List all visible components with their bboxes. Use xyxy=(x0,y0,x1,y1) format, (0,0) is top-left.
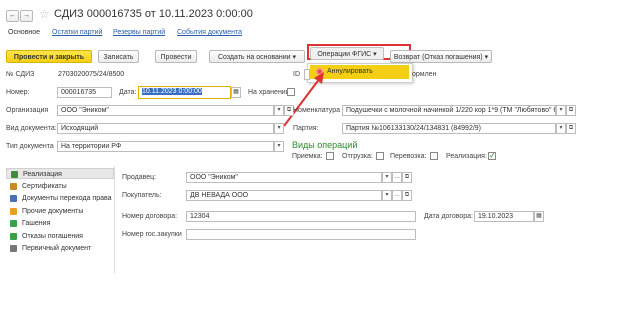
sidebar-item-label: Гашения xyxy=(22,220,51,227)
sidebar-item[interactable]: Гашения xyxy=(6,218,114,229)
chevron-down-icon[interactable]: ▾ xyxy=(274,105,284,116)
more-icon[interactable]: … xyxy=(392,190,402,201)
cancel-menu-label: Аннулировать xyxy=(327,68,373,75)
seller-field[interactable]: ООО "Эником" xyxy=(186,172,382,183)
op-sale-label: Реализация: xyxy=(446,153,487,160)
sdiz-label: № СДИЗ xyxy=(6,71,35,78)
more-icon[interactable]: … xyxy=(392,172,402,183)
post-button[interactable]: Провести xyxy=(155,50,197,63)
op-sale-checkbox[interactable]: ✓ xyxy=(488,152,496,160)
chevron-down-icon[interactable]: ▾ xyxy=(382,172,392,183)
sidebar-item[interactable]: Реализация xyxy=(6,168,114,179)
star-icon[interactable]: ☆ xyxy=(39,7,50,21)
id-label: ID xyxy=(293,71,300,78)
id-tail-text: ормлен xyxy=(412,71,437,78)
sidebar-item-label: Документы перехода права xyxy=(22,195,112,202)
sidebar-item[interactable]: Сертификаты xyxy=(6,181,114,192)
sidebar-item-label: Прочие документы xyxy=(22,207,84,215)
chevron-down-icon[interactable]: ▾ xyxy=(274,141,284,152)
sidebar-item-icon xyxy=(10,182,17,190)
sidebar-item-label: Первичный документ xyxy=(22,245,92,252)
date-value: 10.11.2023 0:00:00 xyxy=(142,88,202,95)
chevron-down-icon: ▾ xyxy=(484,54,489,61)
storage-label: На хранении: xyxy=(248,89,292,96)
buyer-label: Покупатель: xyxy=(122,192,162,199)
operations-title: Виды операций xyxy=(292,140,358,150)
tab-main[interactable]: Основное xyxy=(8,29,40,36)
contract-date-label: Дата договора: xyxy=(424,213,473,220)
sidebar-item-icon xyxy=(10,245,17,252)
contract-number-label: Номер договора: xyxy=(122,213,178,220)
date-label: Дата: xyxy=(119,89,137,96)
doc-kind-field[interactable]: На территории РФ xyxy=(57,141,274,152)
open-link-icon[interactable]: ⧉ xyxy=(402,172,412,183)
chevron-down-icon: ▾ xyxy=(292,54,297,61)
nomenclature-label: Номенклатура xyxy=(293,107,340,114)
sidebar-item[interactable]: Первичный документ xyxy=(6,243,114,254)
batch-label: Партия: xyxy=(293,125,319,132)
forward-button[interactable]: → xyxy=(20,10,33,22)
number-label: Номер: xyxy=(6,89,30,96)
op-ship-checkbox[interactable] xyxy=(376,152,384,160)
sidebar-item[interactable]: Документы перехода права xyxy=(6,193,114,204)
fgis-operations-button[interactable]: Операции ФГИС ▾ xyxy=(310,47,384,60)
op-accept-checkbox[interactable] xyxy=(326,152,334,160)
date-field[interactable]: 10.11.2023 0:00:00 xyxy=(138,86,231,99)
sidebar-item-label: Реализация xyxy=(23,171,62,178)
tab-batch-balances[interactable]: Остатки партий xyxy=(52,29,102,36)
id-field[interactable] xyxy=(304,69,310,80)
open-link-icon[interactable]: ⧉ xyxy=(566,123,576,134)
doc-kind-label: Тип документа xyxy=(6,143,54,150)
contract-date-field[interactable]: 19.10.2023 xyxy=(474,211,534,222)
chevron-down-icon: ▾ xyxy=(373,51,377,58)
create-based-on-button[interactable]: Создать на основании ▾ xyxy=(209,50,305,63)
seller-label: Продавец: xyxy=(122,174,157,181)
doctype-label: Вид документа: xyxy=(6,125,57,132)
page-title: СДИЗ 000016735 от 10.11.2023 0:00:00 xyxy=(54,8,253,20)
tab-document-events[interactable]: События документа xyxy=(177,29,242,36)
sidebar-item[interactable]: Отказы погашения xyxy=(6,231,114,242)
chevron-down-icon[interactable]: ▾ xyxy=(274,123,284,134)
organization-label: Организация xyxy=(6,107,49,114)
open-link-icon[interactable]: ⧉ xyxy=(566,105,576,116)
op-transport-label: Перевозка: xyxy=(390,153,427,160)
back-button[interactable]: ← xyxy=(6,10,19,22)
op-transport-checkbox[interactable] xyxy=(430,152,438,160)
contract-number-field[interactable]: 12304 xyxy=(186,211,416,222)
storage-checkbox[interactable] xyxy=(287,88,295,96)
gov-purchase-label: Номер гос.закупки xyxy=(122,231,182,238)
op-ship-label: Отгрузка: xyxy=(342,153,373,160)
sidebar-item[interactable]: Прочие документы xyxy=(6,206,114,217)
fgis-operations-label: Операции ФГИС xyxy=(317,51,372,58)
sidebar-item-icon xyxy=(10,220,17,227)
nomenclature-field[interactable]: Подушечки с молочной начинкой 1/220 кор … xyxy=(342,105,556,116)
organization-field[interactable]: ООО "Эником" xyxy=(57,105,274,116)
chevron-down-icon[interactable]: ▾ xyxy=(382,190,392,201)
chevron-down-icon[interactable]: ▾ xyxy=(556,105,566,116)
return-refusal-label: Возврат (Отказ погашения) xyxy=(393,54,483,61)
tab-batch-reserves[interactable]: Резервы партий xyxy=(113,29,165,36)
open-link-icon[interactable]: ⧉ xyxy=(402,190,412,201)
sidebar-item-label: Сертификаты xyxy=(22,182,67,190)
chevron-down-icon[interactable]: ▾ xyxy=(556,123,566,134)
batch-field[interactable]: Партия №106133130/24/134831 (84992/9) xyxy=(342,123,556,134)
calendar-icon[interactable]: ▦ xyxy=(534,211,544,222)
sidebar-item-icon xyxy=(10,195,17,202)
op-accept-label: Приемка: xyxy=(292,153,323,160)
doctype-field[interactable]: Исходящий xyxy=(57,123,274,134)
return-refusal-button[interactable]: Возврат (Отказ погашения) ▾ xyxy=(390,50,492,63)
gov-purchase-field[interactable] xyxy=(186,229,416,240)
post-and-close-button[interactable]: Провести и закрыть xyxy=(6,50,92,63)
create-based-on-label: Создать на основании xyxy=(217,54,291,61)
sdiz-value: 2703020075/24/8500 xyxy=(58,71,125,78)
sidebar-item-label: Отказы погашения xyxy=(22,232,83,240)
calendar-icon[interactable]: ▦ xyxy=(231,87,241,98)
sidebar-item-icon xyxy=(10,207,17,215)
number-field[interactable]: 000016735 xyxy=(57,87,112,98)
save-button[interactable]: Записать xyxy=(98,50,139,63)
buyer-field[interactable]: ДВ НЕВАДА ООО xyxy=(186,190,382,201)
sidebar-item-icon xyxy=(10,232,17,240)
sidebar-item-icon xyxy=(11,171,18,178)
